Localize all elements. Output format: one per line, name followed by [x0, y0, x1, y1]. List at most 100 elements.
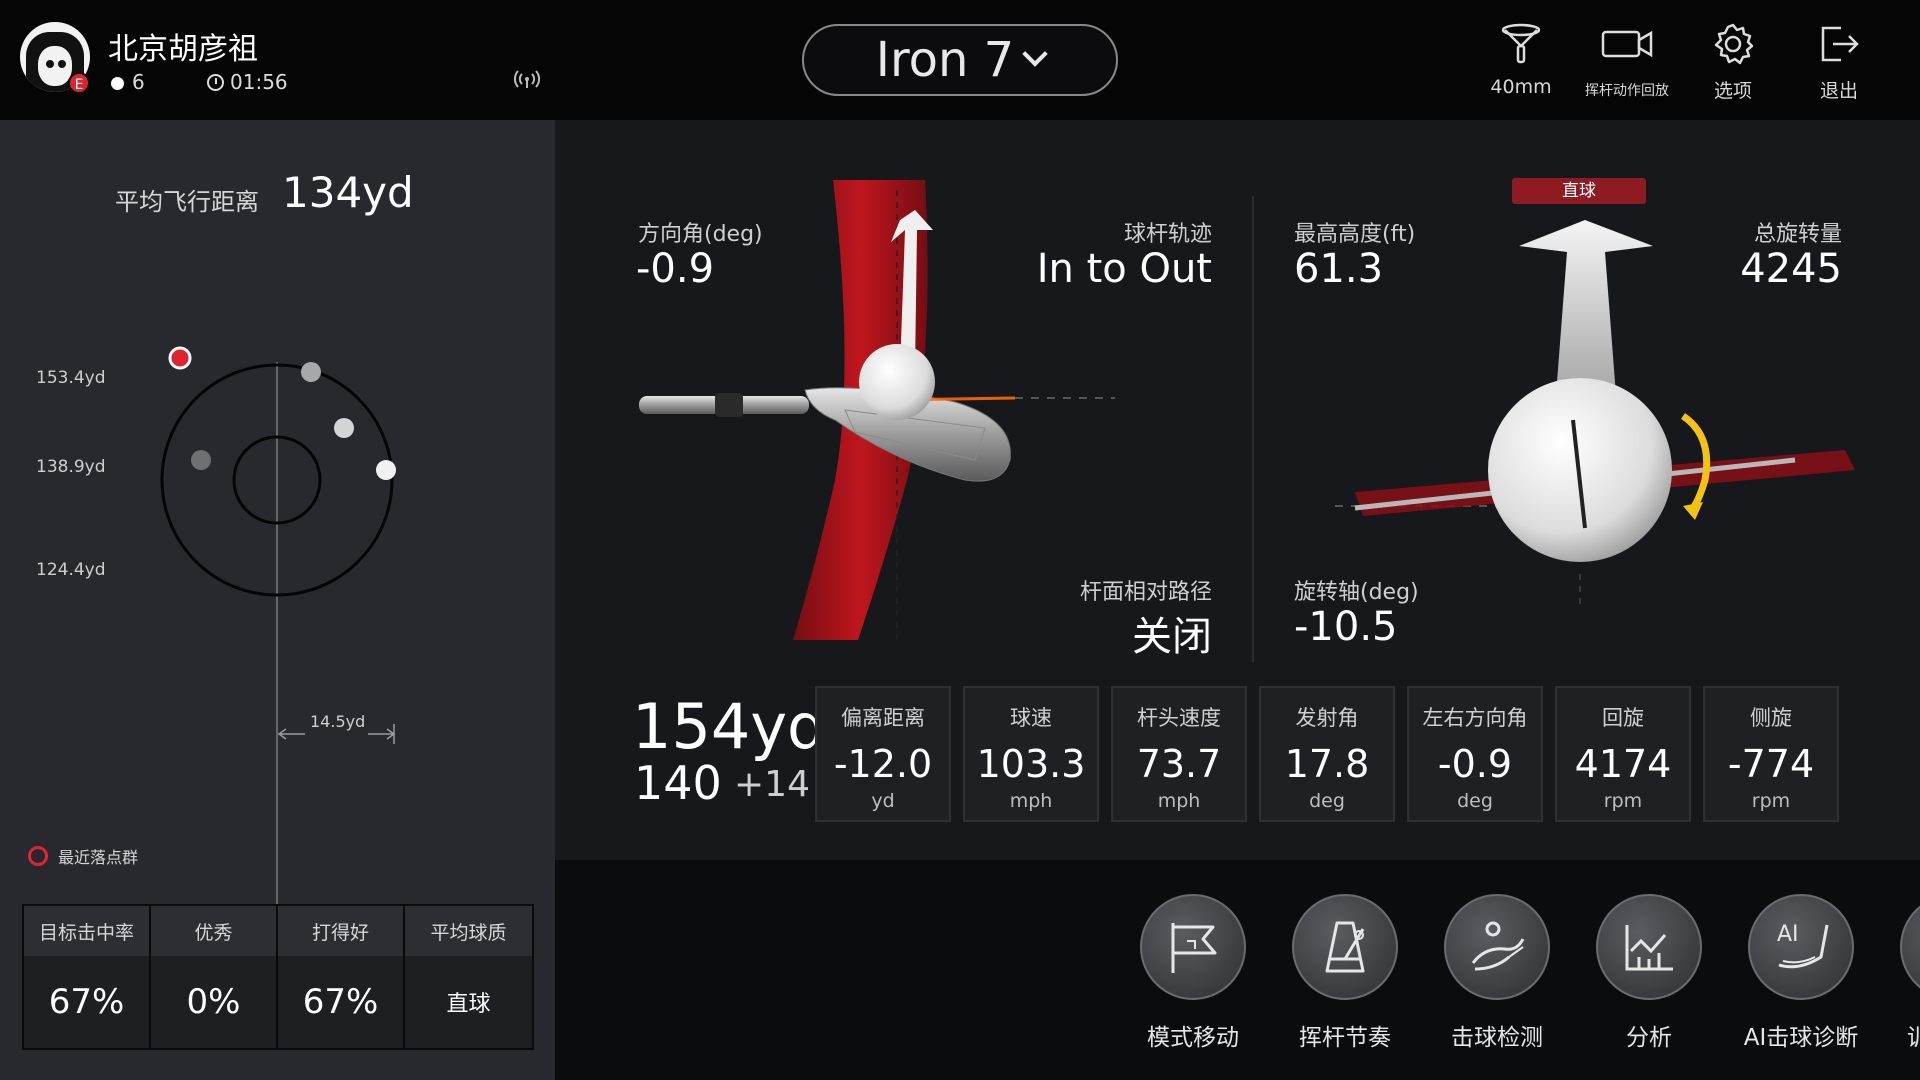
action-label: 训练模式 [1907, 1025, 1920, 1051]
section-divider [1252, 196, 1254, 662]
distance-label: 124.4yd [36, 560, 106, 580]
card-value: 4174 [1574, 742, 1672, 786]
wifi-signal-icon [514, 70, 540, 93]
card-unit: yd [871, 790, 895, 812]
flag-icon [1171, 923, 1217, 973]
club-label: Iron 7 [875, 32, 1015, 88]
card-value: 73.7 [1136, 742, 1222, 786]
total-spin-value: 4245 [1740, 246, 1842, 292]
mode-move-button[interactable]: 模式移动 [1123, 894, 1263, 1052]
dispersion-width-label: 14.5yd [310, 712, 366, 731]
shot-marker [334, 418, 354, 438]
card-title: 回旋 [1602, 706, 1644, 730]
stat-good: 打得好 67% [278, 906, 405, 1048]
golfer-swing-icon [1471, 921, 1525, 971]
data-card-launch-angle: 发射角 17.8 deg [1259, 686, 1395, 822]
player-name: 北京胡彦祖 [108, 32, 258, 67]
face-angle-label: 方向角(deg) [638, 222, 763, 247]
training-mode-button[interactable]: 训练模式 [1883, 894, 1920, 1052]
card-unit: rpm [1751, 790, 1791, 812]
distance-delta: +14 [734, 764, 810, 805]
action-label: 击球检测 [1451, 1025, 1543, 1051]
stat-hit-rate: 目标击中率 67% [24, 906, 151, 1048]
card-unit: deg [1457, 790, 1493, 812]
stat-excellent: 优秀 0% [151, 906, 278, 1048]
club-path-visual [639, 180, 1855, 640]
options-label: 选项 [1713, 80, 1752, 102]
chart-icon [1625, 925, 1673, 971]
player-count: 6 [132, 70, 145, 94]
stats-table: 目标击中率 67% 优秀 0% 打得好 67% 平均球质 直球 [22, 904, 534, 1050]
swing-replay-label: 挥杆动作回放 [1585, 83, 1669, 99]
apex-value: 61.3 [1294, 246, 1384, 292]
stat-header: 打得好 [278, 906, 403, 956]
legend: 最近落点群 [28, 844, 138, 868]
action-label: 模式移动 [1147, 1025, 1239, 1051]
spin-axis-value: -10.5 [1294, 604, 1398, 650]
session-timer: 01:56 [230, 70, 288, 94]
data-card-launch-direction: 左右方向角 -0.9 deg [1407, 686, 1543, 822]
metronome-icon [1325, 921, 1365, 973]
card-value: 17.8 [1284, 742, 1370, 786]
shot-detection-button[interactable]: 击球检测 [1427, 894, 1567, 1052]
data-card-side-spin: 侧旋 -774 rpm [1703, 686, 1839, 822]
swing-replay-button[interactable]: 挥杆动作回放 [1572, 22, 1682, 100]
card-value: -0.9 [1437, 742, 1513, 786]
distance-label: 153.4yd [36, 368, 106, 388]
ai-diagnosis-button[interactable]: AI AI击球诊断 [1731, 894, 1871, 1052]
card-value: -774 [1727, 742, 1815, 786]
player-count-icon [111, 77, 124, 90]
video-camera-icon [1601, 30, 1653, 58]
stat-avg-quality: 平均球质 直球 [405, 906, 532, 1048]
total-distance: 140 [634, 756, 722, 810]
analysis-button[interactable]: 分析 [1579, 894, 1719, 1052]
card-unit: mph [1157, 790, 1201, 812]
gear-icon [1714, 23, 1754, 65]
level-badge: E [68, 72, 90, 94]
data-card-ball-speed: 球速 103.3 mph [963, 686, 1099, 822]
shot-marker [191, 450, 211, 470]
exit-icon [1821, 26, 1859, 62]
card-unit: deg [1309, 790, 1345, 812]
card-title: 球速 [1010, 706, 1052, 730]
card-title: 杆头速度 [1137, 706, 1221, 730]
legend-ring-icon [28, 846, 48, 866]
tee-height-label: 40mm [1490, 76, 1552, 98]
stat-value: 直球 [446, 992, 491, 1017]
spin-axis-label: 旋转轴(deg) [1294, 580, 1419, 605]
legend-label: 最近落点群 [58, 848, 139, 867]
data-card-offline: 偏离距离 -12.0 yd [815, 686, 951, 822]
svg-text:AI: AI [1777, 922, 1799, 947]
stat-value: 67% [302, 982, 379, 1022]
card-value: 103.3 [976, 742, 1086, 786]
stat-value: 0% [186, 982, 241, 1022]
tee-height-button[interactable]: 40mm [1466, 22, 1576, 98]
exit-label: 退出 [1819, 80, 1858, 102]
carry-distance: 154yd [632, 690, 827, 763]
club-selector[interactable]: Iron 7 [802, 24, 1118, 96]
stat-value: 67% [48, 982, 125, 1022]
shot-marker [301, 362, 321, 382]
chevron-down-icon [1022, 41, 1048, 67]
action-label: AI击球诊断 [1743, 1025, 1859, 1051]
shot-marker [376, 460, 396, 480]
card-value: -12.0 [833, 742, 933, 786]
card-title: 偏离距离 [841, 706, 925, 730]
ai-club-icon: AI [1777, 922, 1829, 969]
data-card-back-spin: 回旋 4174 rpm [1555, 686, 1691, 822]
card-title: 发射角 [1295, 706, 1359, 730]
face-to-path-value: 关闭 [1132, 614, 1212, 660]
action-label: 挥杆节奏 [1299, 1025, 1391, 1051]
exit-button[interactable]: 退出 [1784, 22, 1894, 103]
options-button[interactable]: 选项 [1678, 22, 1788, 103]
action-bar: 模式移动 挥杆节奏 击球检测 分析 AI AI击球诊断 训练模式 [555, 860, 1920, 1080]
stat-header: 平均球质 [405, 906, 532, 956]
total-spin-label: 总旋转量 [1753, 222, 1842, 247]
swing-tempo-button[interactable]: 挥杆节奏 [1275, 894, 1415, 1052]
tee-icon [1501, 23, 1541, 64]
distance-label: 138.9yd [36, 457, 106, 477]
card-title: 左右方向角 [1422, 706, 1528, 730]
stat-header: 优秀 [151, 906, 276, 956]
club-path-value: In to Out [1036, 246, 1212, 292]
action-label: 分析 [1626, 1025, 1672, 1051]
